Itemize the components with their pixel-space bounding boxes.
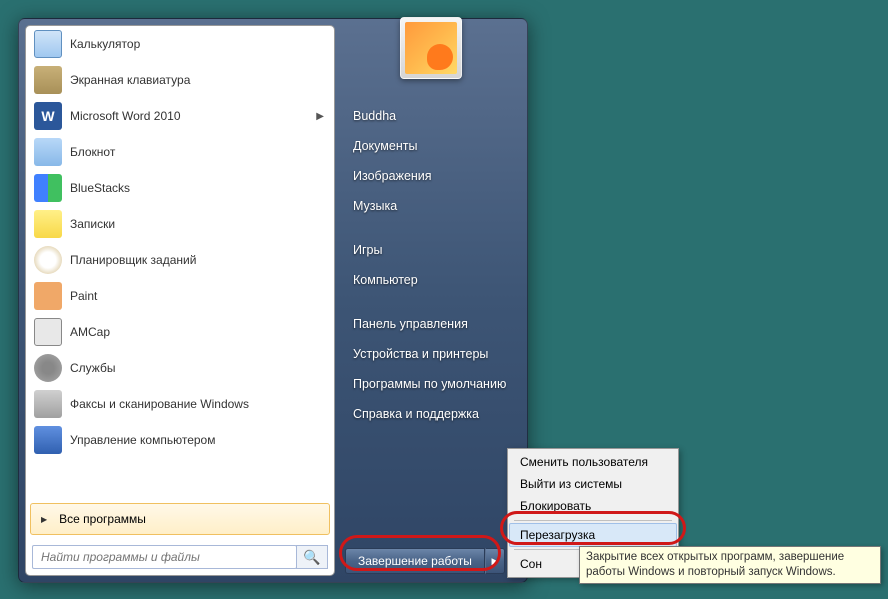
- ic-mgmt-icon: [34, 426, 62, 454]
- right-pane-item[interactable]: Устройства и принтеры: [349, 339, 513, 369]
- right-pane-item[interactable]: Музыка: [349, 191, 513, 221]
- ic-clock-icon: [34, 246, 62, 274]
- all-programs-label: Все программы: [59, 512, 146, 526]
- app-item[interactable]: Записки: [26, 206, 334, 242]
- app-item[interactable]: AMCap: [26, 314, 334, 350]
- app-item[interactable]: BlueStacks: [26, 170, 334, 206]
- ic-paint-icon: [34, 282, 62, 310]
- right-pane-item[interactable]: Игры: [349, 235, 513, 265]
- apps-list: Калькулятор Экранная клавиатура W Microsoft…: [26, 26, 334, 499]
- app-item[interactable]: Управление компьютером: [26, 422, 334, 458]
- ic-sticky-icon: [34, 210, 62, 238]
- search-input[interactable]: [32, 545, 297, 569]
- separator: [349, 295, 513, 309]
- app-item[interactable]: Paint: [26, 278, 334, 314]
- left-pane: Калькулятор Экранная клавиатура W Microsoft…: [25, 25, 335, 576]
- triangle-icon: ▶: [41, 515, 47, 524]
- search-button[interactable]: 🔍: [296, 545, 328, 569]
- user-avatar[interactable]: [400, 17, 462, 79]
- app-label: BlueStacks: [70, 181, 130, 195]
- shutdown-button[interactable]: Завершение работы: [345, 548, 485, 574]
- right-pane-item[interactable]: Документы: [349, 131, 513, 161]
- switch-user-item[interactable]: Сменить пользователя: [510, 451, 676, 473]
- right-pane-item[interactable]: Справка и поддержка: [349, 399, 513, 429]
- ic-keyb-icon: [34, 66, 62, 94]
- app-label: Microsoft Word 2010: [70, 109, 181, 123]
- app-item[interactable]: Службы: [26, 350, 334, 386]
- tooltip: Закрытие всех открытых программ, заверше…: [579, 546, 881, 584]
- app-item[interactable]: Факсы и сканирование Windows: [26, 386, 334, 422]
- avatar-image: [405, 22, 457, 74]
- right-pane-item[interactable]: Панель управления: [349, 309, 513, 339]
- app-label: Paint: [70, 289, 97, 303]
- app-item[interactable]: W Microsoft Word 2010 ▶: [26, 98, 334, 134]
- app-label: Экранная клавиатура: [70, 73, 190, 87]
- chevron-right-icon: ▶: [316, 111, 324, 122]
- ic-amcap-icon: [34, 318, 62, 346]
- ic-calc-icon: [34, 30, 62, 58]
- shutdown-label: Завершение работы: [358, 554, 472, 568]
- app-item[interactable]: Блокнот: [26, 134, 334, 170]
- app-label: Факсы и сканирование Windows: [70, 397, 249, 411]
- shutdown-arrow-button[interactable]: ▶: [485, 548, 505, 574]
- app-label: Планировщик заданий: [70, 253, 196, 267]
- right-pane-item[interactable]: Программы по умолчанию: [349, 369, 513, 399]
- right-pane: BuddhaДокументыИзображенияМузыка ИгрыКомп…: [335, 19, 527, 582]
- search-row: 🔍: [26, 539, 334, 575]
- logoff-item[interactable]: Выйти из системы: [510, 473, 676, 495]
- right-pane-item[interactable]: Изображения: [349, 161, 513, 191]
- ic-svc-icon: [34, 354, 62, 382]
- chevron-right-icon: ▶: [491, 556, 498, 567]
- menu-separator: [514, 520, 672, 521]
- app-label: Блокнот: [70, 145, 115, 159]
- app-label: AMCap: [70, 325, 110, 339]
- restart-item[interactable]: Перезагрузка: [509, 523, 677, 547]
- right-pane-item[interactable]: Компьютер: [349, 265, 513, 295]
- app-label: Управление компьютером: [70, 433, 215, 447]
- ic-bs-icon: [34, 174, 62, 202]
- start-menu: Калькулятор Экранная клавиатура W Microsoft…: [18, 18, 528, 583]
- lock-item[interactable]: Блокировать: [510, 495, 676, 517]
- app-item[interactable]: Планировщик заданий: [26, 242, 334, 278]
- app-label: Службы: [70, 361, 115, 375]
- ic-word-icon: W: [34, 102, 62, 130]
- app-item[interactable]: Экранная клавиатура: [26, 62, 334, 98]
- separator: [349, 221, 513, 235]
- app-item[interactable]: Калькулятор: [26, 26, 334, 62]
- search-icon: 🔍: [303, 549, 320, 566]
- all-programs-button[interactable]: ▶ Все программы: [30, 503, 330, 535]
- app-label: Записки: [70, 217, 115, 231]
- shutdown-wrap: Завершение работы ▶: [345, 548, 505, 574]
- ic-fax-icon: [34, 390, 62, 418]
- app-label: Калькулятор: [70, 37, 140, 51]
- ic-note-icon: [34, 138, 62, 166]
- right-pane-item[interactable]: Buddha: [349, 101, 513, 131]
- right-list: BuddhaДокументыИзображенияМузыка ИгрыКомп…: [349, 101, 513, 429]
